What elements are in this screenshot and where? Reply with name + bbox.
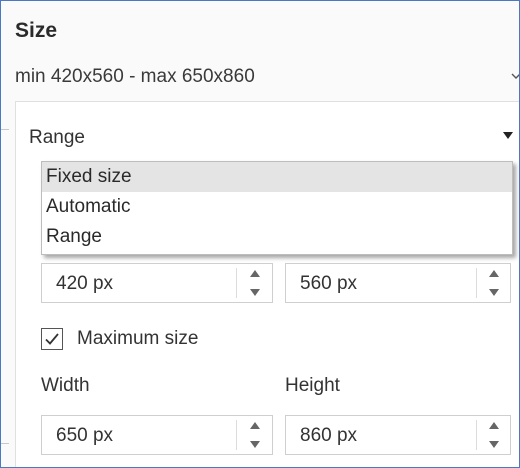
max-height-stepper[interactable]: 860 px <box>285 415 511 455</box>
dropdown-option-automatic[interactable]: Automatic <box>42 192 512 222</box>
size-mode-value: Range <box>29 127 85 148</box>
size-mode-select[interactable]: Range <box>29 127 513 153</box>
chevron-down-icon[interactable] <box>511 71 519 83</box>
min-width-stepper[interactable]: 420 px <box>41 263 273 303</box>
divider-tick <box>1 129 9 130</box>
width-label: Width <box>41 375 90 396</box>
checkmark-icon <box>45 333 59 345</box>
min-height-stepper[interactable]: 560 px <box>285 263 511 303</box>
divider-tick <box>1 443 9 444</box>
maximum-size-label: Maximum size <box>77 328 199 349</box>
height-label: Height <box>285 375 340 396</box>
max-width-stepper[interactable]: 650 px <box>41 415 273 455</box>
max-height-value[interactable]: 860 px <box>300 425 357 447</box>
spin-up-icon[interactable] <box>243 417 267 435</box>
size-mode-dropdown-list: Fixed size Automatic Range <box>41 161 513 255</box>
max-width-value[interactable]: 650 px <box>56 425 113 447</box>
stepper-divider <box>476 268 477 298</box>
size-summary-dropdown[interactable]: min 420x560 - max 650x860 <box>1 59 519 95</box>
min-height-value[interactable]: 560 px <box>300 273 357 295</box>
spin-down-icon[interactable] <box>243 283 267 301</box>
spin-up-icon[interactable] <box>243 265 267 283</box>
spin-down-icon[interactable] <box>482 283 506 301</box>
min-width-value[interactable]: 420 px <box>56 273 113 295</box>
pane-title: Size <box>15 19 58 42</box>
maximum-size-checkbox[interactable] <box>41 328 63 350</box>
stepper-divider <box>476 420 477 450</box>
spin-up-icon[interactable] <box>482 265 506 283</box>
spin-down-icon[interactable] <box>482 435 506 453</box>
size-pane: Size min 420x560 - max 650x860 Range Fix… <box>0 0 520 468</box>
size-summary-text: min 420x560 - max 650x860 <box>15 66 255 87</box>
dropdown-option-range[interactable]: Range <box>42 222 512 252</box>
stepper-divider <box>236 268 237 298</box>
spin-down-icon[interactable] <box>243 435 267 453</box>
stepper-divider <box>236 420 237 450</box>
dropdown-option-fixed-size[interactable]: Fixed size <box>42 162 512 192</box>
caret-down-icon[interactable] <box>503 132 513 139</box>
spin-up-icon[interactable] <box>482 417 506 435</box>
